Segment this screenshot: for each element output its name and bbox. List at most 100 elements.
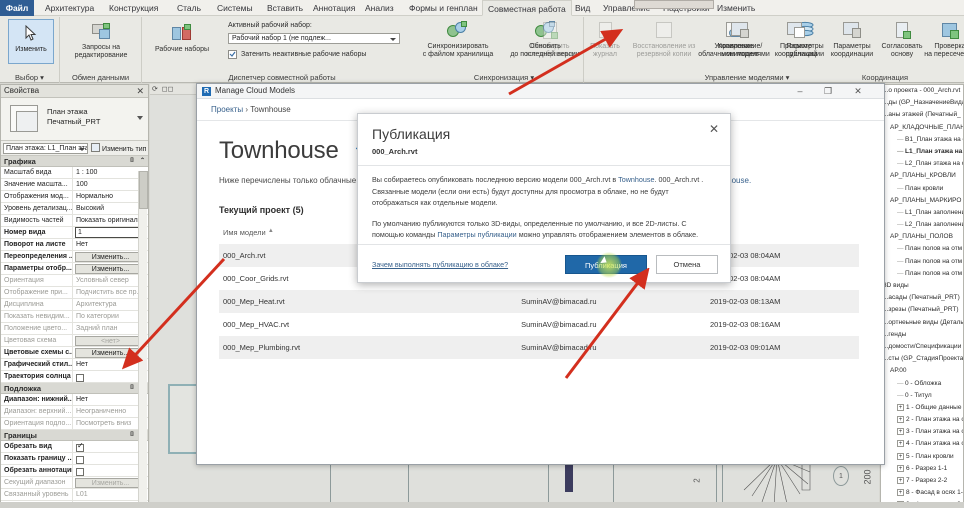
tab-annotate[interactable]: Аннотация bbox=[308, 0, 360, 16]
browser-item[interactable]: — L1_План этажа на о bbox=[881, 146, 963, 158]
table-row[interactable]: 000_Mep_HVAC.rvt SuminAV@bimacad.ru 2019-0… bbox=[219, 313, 859, 336]
property-row[interactable]: Обрезать аннотации bbox=[1, 465, 148, 477]
browser-item[interactable]: ...асады (Печатный_PRT) bbox=[881, 292, 963, 304]
tab-view[interactable]: Вид bbox=[570, 0, 595, 16]
property-row[interactable]: Масштаб вида 1 : 100 bbox=[1, 167, 148, 179]
table-row[interactable]: 000_Mep_Plumbing.rvt SuminAV@bimacad.ru 20… bbox=[219, 336, 859, 359]
checkbox-icon[interactable] bbox=[76, 441, 84, 452]
panel-select-title[interactable]: Выбор ▾ bbox=[0, 72, 59, 83]
properties-scrollbar[interactable] bbox=[138, 171, 148, 508]
browser-item[interactable]: +3 - План этажа на о bbox=[881, 426, 963, 438]
cancel-button[interactable]: Отмена bbox=[656, 255, 718, 274]
grey-inactive-label[interactable]: Затенить неактивные рабочие наборы bbox=[241, 51, 366, 58]
property-value[interactable]: Показать оригинал bbox=[73, 215, 148, 226]
browser-item[interactable]: +8 - Фасад в осях 1- bbox=[881, 487, 963, 499]
browser-item[interactable]: 3D виды bbox=[881, 280, 963, 292]
grey-inactive-checkbox[interactable] bbox=[228, 50, 237, 59]
tab-file[interactable]: Файл bbox=[0, 0, 34, 16]
view-navigation-icons[interactable]: ⟳ ◻◻ bbox=[150, 84, 202, 95]
browser-item[interactable]: ...домости/Спецификации bbox=[881, 341, 963, 353]
browser-item[interactable]: —0 - Обложка bbox=[881, 378, 963, 390]
tab-steel[interactable]: Сталь bbox=[172, 0, 206, 16]
property-row[interactable]: Ориентация подло... Посмотреть вниз bbox=[1, 418, 148, 430]
tab-analyze[interactable]: Анализ bbox=[360, 0, 399, 16]
property-row[interactable]: Диапазон: верхний... Неограниченно bbox=[1, 406, 148, 418]
table-row[interactable]: 000_Mep_Heat.rvt SuminAV@bimacad.ru 2019-0… bbox=[219, 290, 859, 313]
edit-type-button[interactable]: Изменить тип bbox=[91, 143, 146, 155]
tab-insert[interactable]: Вставить bbox=[262, 0, 308, 16]
expand-icon[interactable]: + bbox=[897, 464, 904, 472]
property-value[interactable]: По категории bbox=[73, 311, 148, 322]
browser-item[interactable]: +2 - План этажа на о bbox=[881, 414, 963, 426]
property-group-header[interactable]: Графика ⌷ ⌃ bbox=[1, 156, 148, 167]
browser-item[interactable]: +6 - Разрез 1-1 bbox=[881, 463, 963, 475]
active-workset-select[interactable]: Рабочий набор 1 (не подлеж... bbox=[228, 33, 400, 44]
expand-icon[interactable]: + bbox=[897, 440, 904, 448]
property-value-checkbox[interactable] bbox=[73, 453, 148, 464]
checkbox-icon[interactable] bbox=[76, 456, 84, 464]
property-value[interactable]: 1 : 100 bbox=[73, 167, 148, 178]
tab-modify[interactable]: Изменить bbox=[712, 0, 760, 16]
property-row[interactable]: Переопределения ... Изменить... bbox=[1, 251, 148, 263]
type-selector[interactable]: План этажа: L1_План этаж bbox=[3, 143, 88, 154]
tab-structure[interactable]: Конструкция bbox=[104, 0, 163, 16]
browser-item[interactable]: — План кровли bbox=[881, 183, 963, 195]
copy-monitor-button[interactable]: Копирование/ мониторинг bbox=[712, 19, 768, 59]
restore-backup-button[interactable]: Восстановление из резервной копии bbox=[626, 19, 702, 59]
property-row[interactable]: Траектория солнца bbox=[1, 371, 148, 383]
property-value[interactable]: Задний план bbox=[73, 323, 148, 334]
property-row[interactable]: Дисциплина Архитектура bbox=[1, 299, 148, 311]
property-row[interactable]: Диапазон: нижний... Нет bbox=[1, 394, 148, 406]
chevron-up-icon[interactable]: ⌃ bbox=[140, 157, 145, 164]
minimize-icon[interactable]: – bbox=[788, 84, 812, 99]
property-row[interactable]: Поворот на листе Нет bbox=[1, 239, 148, 251]
property-value[interactable]: Неограниченно bbox=[73, 406, 148, 417]
browser-item[interactable]: — План полов на отм bbox=[881, 256, 963, 268]
property-value-checkbox[interactable] bbox=[73, 371, 148, 382]
tab-collaborate[interactable]: Совместная работа bbox=[482, 0, 572, 16]
expand-icon[interactable]: + bbox=[897, 489, 904, 497]
modify-button[interactable]: Изменить bbox=[8, 19, 54, 64]
property-row[interactable]: Параметры отобр... Изменить... bbox=[1, 263, 148, 275]
browser-item[interactable]: — План полов на отм bbox=[881, 268, 963, 280]
expand-icon[interactable]: + bbox=[897, 416, 904, 424]
browser-item[interactable]: — B1_План этажа на о bbox=[881, 134, 963, 146]
browser-item[interactable]: ...ды (GP_НазначениеВида bbox=[881, 97, 963, 109]
publish-settings-link[interactable]: Параметры публикации bbox=[437, 230, 516, 239]
browser-item[interactable]: ...зрезы (Печатный_PRT) bbox=[881, 304, 963, 316]
property-row[interactable]: Видимость частей Показать оригинал bbox=[1, 215, 148, 227]
quick-access-toolbar[interactable] bbox=[634, 0, 714, 9]
property-value[interactable]: Нет bbox=[73, 359, 148, 370]
property-value-checkbox[interactable] bbox=[73, 441, 148, 452]
property-row[interactable]: Значение масшта... 100 bbox=[1, 179, 148, 191]
property-row[interactable]: Связанный уровень L01 bbox=[1, 489, 148, 501]
expand-icon[interactable]: + bbox=[897, 477, 904, 484]
property-row[interactable]: Уровень детализац... Высокий bbox=[1, 203, 148, 215]
property-value[interactable]: 100 bbox=[73, 179, 148, 190]
property-row[interactable]: Положение цвето... Задний план bbox=[1, 323, 148, 335]
property-value[interactable]: Нет bbox=[73, 239, 148, 250]
property-row[interactable]: Цветовая схема <нет> bbox=[1, 335, 148, 347]
interference-check-button[interactable]: Проверка на пересечения bbox=[922, 19, 964, 59]
browser-item[interactable]: —0 - Титул bbox=[881, 390, 963, 402]
browser-item[interactable]: ...генды bbox=[881, 329, 963, 341]
property-value-button[interactable]: Изменить... bbox=[75, 252, 146, 262]
tab-massing-site[interactable]: Формы и генплан bbox=[404, 0, 483, 16]
panel-synchronize-title[interactable]: Синхронизация ▾ bbox=[424, 72, 584, 83]
editing-requests-button[interactable]: Запросы на редактирование bbox=[69, 20, 133, 60]
close-icon[interactable]: ✕ bbox=[136, 86, 144, 96]
relinquish-all-button[interactable]: Освободить все забранные bbox=[520, 19, 580, 59]
property-row[interactable]: Показать невидим... По категории bbox=[1, 311, 148, 323]
property-value[interactable]: L01 bbox=[73, 489, 148, 500]
browser-item[interactable]: — L2_План этажа на о bbox=[881, 158, 963, 170]
property-value-button[interactable]: Изменить... bbox=[75, 348, 146, 358]
checkbox-icon[interactable] bbox=[76, 468, 84, 476]
property-row[interactable]: Цветовые схемы с... Изменить... bbox=[1, 347, 148, 359]
property-row[interactable]: Показать границу ... bbox=[1, 453, 148, 465]
browser-item[interactable]: ...сты (GP_СтадияПроекта bbox=[881, 353, 963, 365]
property-value-button[interactable]: Изменить... bbox=[75, 264, 146, 274]
property-row[interactable]: Секущий диапазон Изменить... bbox=[1, 477, 148, 489]
why-publish-link[interactable]: Зачем выполнять публикацию в облаке? bbox=[372, 260, 508, 269]
property-row[interactable]: Ориентация Условный север bbox=[1, 275, 148, 287]
property-value[interactable]: Условный север bbox=[73, 275, 148, 286]
